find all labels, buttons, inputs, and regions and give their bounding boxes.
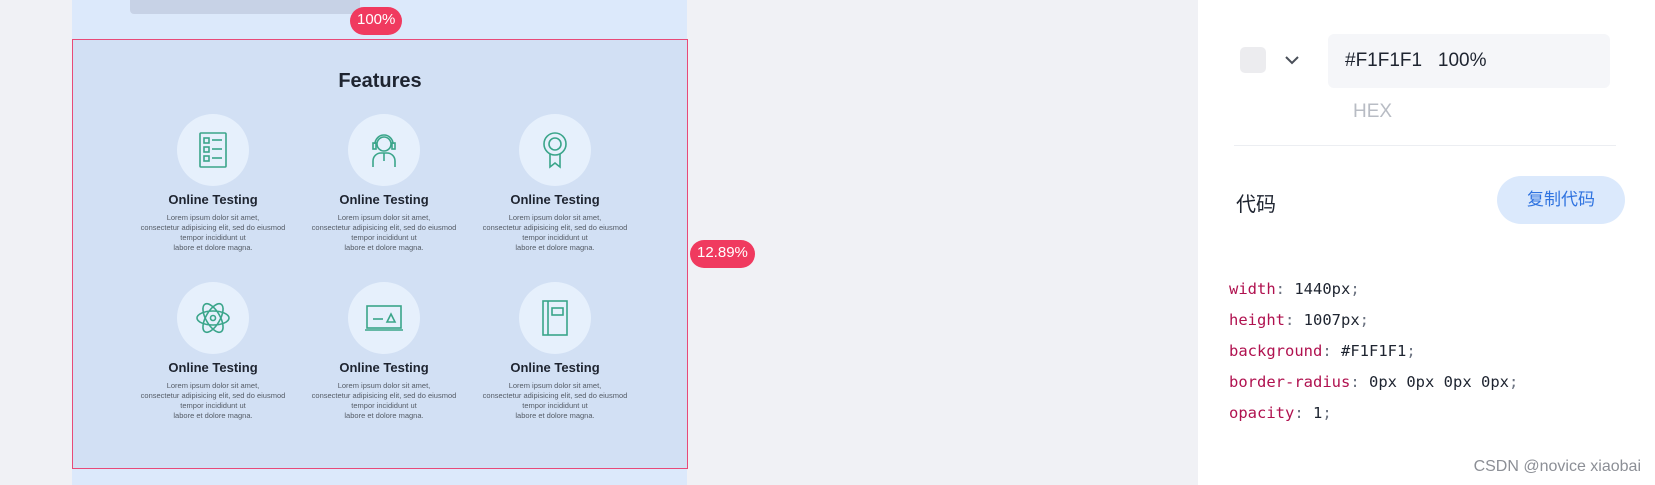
book-icon bbox=[542, 300, 568, 336]
code-line: height: 1007px; bbox=[1229, 311, 1370, 329]
feature-title: Online Testing bbox=[510, 192, 600, 207]
feature-description: Lorem ipsum dolor sit amet, consectetur … bbox=[482, 213, 628, 252]
dimension-percent-badge: 12.89% bbox=[690, 240, 755, 268]
checklist-icon bbox=[199, 132, 227, 168]
code-line: border-radius: 0px 0px 0px 0px; bbox=[1229, 373, 1519, 391]
feature-icon-circle bbox=[177, 282, 249, 354]
feature-icon-circle bbox=[348, 114, 420, 186]
feature-card: Online Testing Lorem ipsum dolor sit ame… bbox=[304, 282, 464, 421]
watermark: CSDN @novice xiaobai bbox=[1473, 458, 1641, 475]
chevron-down-icon[interactable] bbox=[1282, 50, 1302, 70]
inspector-panel: #F1F1F1 100% HEX 代码 复制代码 width: 1440px; … bbox=[1198, 0, 1655, 485]
award-badge-icon bbox=[543, 132, 567, 169]
feature-card: Online Testing Lorem ipsum dolor sit ame… bbox=[304, 114, 464, 253]
color-value-field[interactable]: #F1F1F1 100% bbox=[1328, 34, 1610, 88]
feature-card: Online Testing Lorem ipsum dolor sit ame… bbox=[475, 114, 635, 253]
feature-title: Online Testing bbox=[168, 192, 258, 207]
features-title: Features bbox=[338, 70, 422, 92]
code-line: opacity: 1; bbox=[1229, 404, 1332, 422]
feature-description: Lorem ipsum dolor sit amet, consectetur … bbox=[140, 381, 286, 420]
feature-icon-circle bbox=[519, 114, 591, 186]
feature-icon-circle bbox=[348, 282, 420, 354]
code-line: background: #F1F1F1; bbox=[1229, 342, 1416, 360]
whiteboard-icon bbox=[365, 305, 403, 331]
feature-icon-circle bbox=[177, 114, 249, 186]
divider bbox=[1234, 145, 1616, 146]
feature-description: Lorem ipsum dolor sit amet, consectetur … bbox=[311, 381, 457, 420]
feature-title: Online Testing bbox=[339, 192, 429, 207]
feature-title: Online Testing bbox=[510, 360, 600, 375]
feature-card: Online Testing Lorem ipsum dolor sit ame… bbox=[133, 114, 293, 253]
opacity-badge: 100% bbox=[350, 7, 403, 35]
feature-title: Online Testing bbox=[339, 360, 429, 375]
feature-icon-circle bbox=[519, 282, 591, 354]
code-section-label: 代码 bbox=[1236, 194, 1276, 216]
feature-description: Lorem ipsum dolor sit amet, consectetur … bbox=[482, 381, 628, 420]
color-swatch[interactable] bbox=[1240, 47, 1266, 73]
selected-layer-features[interactable]: Features Online Testing Lorem ipsum dolo… bbox=[72, 39, 688, 469]
code-line: width: 1440px; bbox=[1229, 280, 1360, 298]
feature-card: Online Testing Lorem ipsum dolor sit ame… bbox=[475, 282, 635, 421]
copy-code-button[interactable]: 复制代码 bbox=[1497, 176, 1625, 224]
previous-section-preview bbox=[130, 0, 360, 14]
css-code-block[interactable]: width: 1440px; height: 1007px; backgroun… bbox=[1229, 274, 1518, 429]
support-person-icon bbox=[372, 134, 396, 167]
feature-title: Online Testing bbox=[168, 360, 258, 375]
feature-description: Lorem ipsum dolor sit amet, consectetur … bbox=[311, 213, 457, 252]
feature-card: Online Testing Lorem ipsum dolor sit ame… bbox=[133, 282, 293, 421]
color-mode-label: HEX bbox=[1353, 101, 1393, 122]
atom-icon bbox=[196, 302, 230, 334]
feature-description: Lorem ipsum dolor sit amet, consectetur … bbox=[140, 213, 286, 252]
design-canvas[interactable]: Features Online Testing Lorem ipsum dolo… bbox=[0, 0, 1198, 485]
